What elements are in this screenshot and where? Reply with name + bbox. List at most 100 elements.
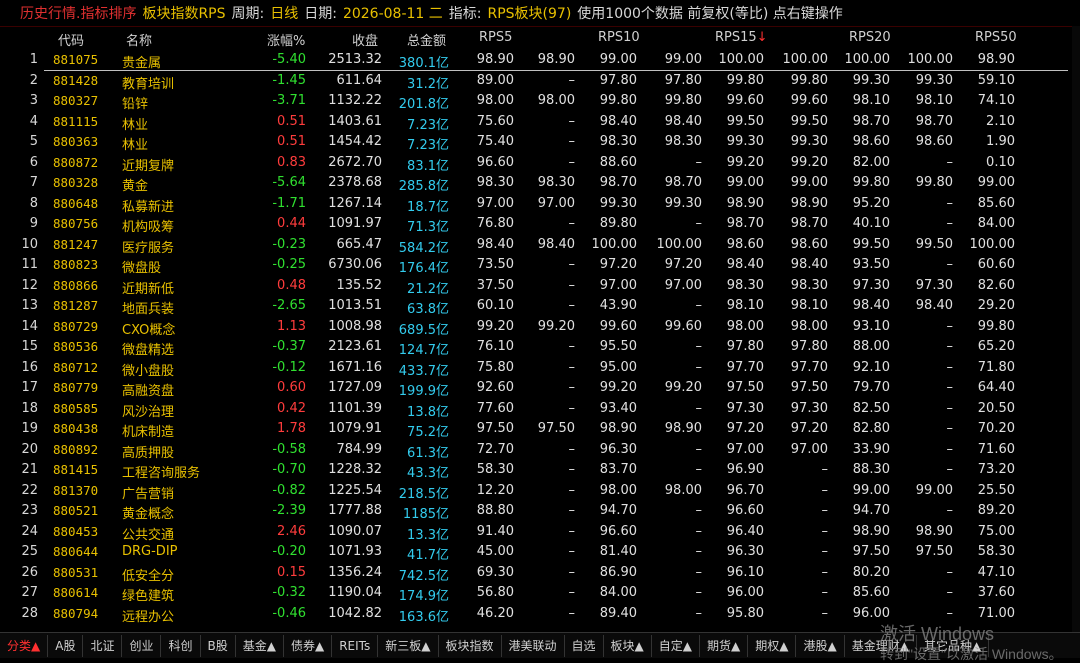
row-rps-value: 98.00 [726,318,764,334]
row-index: 16 [21,359,38,375]
row-rps-value: 98.10 [915,93,953,108]
row-index: 6 [29,154,38,170]
row-rps-value: 82.60 [977,277,1015,293]
row-rps-value: 99.50 [915,236,953,252]
row-rps-value: 99.80 [915,175,953,190]
category-tab[interactable]: 板块▲ [604,634,652,657]
table-row[interactable]: 13 881287 地面兵装 -2.65 1013.51 63.8亿 60.10 – 43.90… [0,296,1080,317]
row-rps-value: 97.80 [664,72,702,88]
sort-desc-icon: ↓ [756,30,768,45]
header-pct[interactable]: 涨幅% [267,30,305,49]
table-row[interactable]: 22 881370 广告营销 -0.82 1225.54 218.5亿 12.20 – 98.0… [0,481,1080,502]
header-rps50[interactable]: RPS50 [975,30,1017,45]
table-row[interactable]: 10 881247 医疗服务 -0.23 665.47 584.2亿 98.40 98.40 1… [0,235,1080,256]
table-row[interactable]: 8 880648 私募新进 -1.71 1267.14 18.7亿 97.00 97.00 99… [0,194,1080,215]
table-row[interactable]: 20 880892 高质押股 -0.58 784.99 61.3亿 72.70 – 96.30 –… [0,440,1080,461]
row-rps-value: 98.00 [790,318,828,334]
row-amount: 1185亿 [402,507,449,522]
date-value[interactable]: 2026-08-11 二 [343,3,443,23]
row-name: 广告营销 [122,486,175,502]
table-row[interactable]: 1 881075 贵金属 -5.40 2513.32 380.1亿 98.90 98.90 99… [0,50,1080,71]
table-row[interactable]: 24 880453 公共交通 2.46 1090.07 13.3亿 91.40 – 96.60 –… [0,522,1080,543]
table-row[interactable]: 7 880328 黄金 -5.64 2378.68 285.8亿 98.30 98.30 98.… [0,173,1080,194]
table-row[interactable]: 16 880712 微小盘股 -0.12 1671.16 433.7亿 75.80 – 95.0… [0,358,1080,379]
row-index: 7 [29,175,38,190]
category-tab[interactable]: 板块指数 [439,634,502,657]
table-row[interactable]: 14 880729 CXO概念 1.13 1008.98 689.5亿 99.20 99.20… [0,317,1080,338]
row-change-pct: -2.65 [272,298,306,313]
table-row[interactable]: 3 880327 铅锌 -3.71 1132.22 201.8亿 98.00 98.00 99.… [0,91,1080,112]
row-rps-value: 97.30 [915,277,953,293]
table-row[interactable]: 4 881115 林业 0.51 1403.61 7.23亿 75.60 – 98.40 98.4… [0,112,1080,133]
category-tab[interactable]: A股 [48,634,84,657]
header-rps10[interactable]: RPS10 [598,30,640,45]
category-tab[interactable]: 港股▲ [796,634,845,657]
category-tab[interactable]: 科创 [161,634,201,657]
row-rps-value: 97.00 [726,441,764,457]
category-tab[interactable]: 自定▲ [652,634,701,657]
period-value[interactable]: 日线 [270,3,298,23]
category-tab[interactable]: 创业 [122,634,162,657]
row-change-pct: -0.70 [272,462,306,477]
row-rps-value: 71.60 [977,441,1015,457]
category-tab[interactable]: B股 [201,634,236,657]
category-tab[interactable]: 北证 [83,634,123,657]
row-code: 881115 [53,113,99,129]
table-row[interactable]: 12 880866 近期新低 0.48 135.52 21.2亿 37.50 – 97.00 97… [0,276,1080,297]
table-row[interactable]: 26 880531 低安全分 0.15 1356.24 742.5亿 69.30 – 86.90… [0,563,1080,584]
row-amount: 742.5亿 [398,568,449,584]
row-index: 23 [21,503,38,518]
table-row[interactable]: 2 881428 教育培训 -1.45 611.64 31.2亿 89.00 – 97.80 97… [0,71,1080,92]
row-amount: 41.7亿 [407,548,449,563]
row-name: 近期新低 [122,281,175,297]
row-change-pct: 1.78 [277,421,306,436]
row-rps-value: 95.50 [599,339,637,354]
table-row[interactable]: 6 880872 近期复牌 0.83 2672.70 83.1亿 96.60 – 88.60 – 9… [0,153,1080,174]
row-rps-value: – [695,605,703,621]
table-row[interactable]: 5 880363 林业 0.51 1454.42 7.23亿 75.40 – 98.30 98.3… [0,132,1080,153]
table-row[interactable]: 28 880794 远程办公 -0.46 1042.82 163.6亿 46.20 – 89.4… [0,604,1080,625]
table-row[interactable]: 23 880521 黄金概念 -2.39 1777.88 1185亿 88.80 – 94.70… [0,501,1080,522]
row-rps-value: 98.00 [599,482,637,498]
board-label[interactable]: 板块指数RPS [142,3,225,23]
row-name: 林业 [122,117,149,133]
indicator-value[interactable]: RPS板块(97) [487,3,571,23]
table-row[interactable]: 21 881415 工程咨询服务 -0.70 1228.32 43.3亿 58.30 – 83.… [0,460,1080,481]
header-name[interactable]: 名称 [126,30,152,49]
row-close: 2672.70 [328,154,382,170]
table-row[interactable]: 18 880585 风沙治理 0.42 1101.39 13.8亿 77.60 – 93.40 –… [0,399,1080,420]
category-tab[interactable]: 分类▲ [0,634,49,657]
row-rps-value: 25.50 [977,482,1015,498]
row-close: 1267.14 [328,195,382,211]
header-code[interactable]: 代码 [58,30,84,49]
vertical-scrollbar[interactable] [1072,26,1080,632]
header-rps15[interactable]: RPS15↓ [715,30,768,45]
header-amount[interactable]: 总金额 [407,30,446,49]
category-tab[interactable]: 债券▲ [284,634,333,657]
category-tab[interactable]: 基金▲ [236,634,284,657]
category-tab[interactable]: 期权▲ [748,634,797,657]
table-row[interactable]: 15 880536 微盘精选 -0.37 2123.61 124.7亿 76.10 – 95.5… [0,337,1080,358]
row-rps-value: 20.50 [977,400,1015,416]
category-tab[interactable]: 期货▲ [700,634,749,657]
table-row[interactable]: 27 880614 绿色建筑 -0.32 1190.04 174.9亿 56.80 – 84.0… [0,583,1080,604]
category-tab[interactable]: 新三板▲ [378,634,439,657]
table-row[interactable]: 17 880779 高融资盘 0.60 1727.09 199.9亿 92.60 – 99.20… [0,378,1080,399]
header-rps5[interactable]: RPS5 [479,30,512,45]
table-row[interactable]: 11 880823 微盘股 -0.25 6730.06 176.4亿 73.50 – 97.20… [0,255,1080,276]
row-rps-value: 99.20 [599,380,637,395]
row-amount: 174.9亿 [398,589,449,604]
header-close[interactable]: 收盘 [352,30,378,49]
category-tab[interactable]: 自选 [565,634,604,657]
row-rps-value: 100.00 [782,52,829,67]
table-row[interactable]: 19 880438 机床制造 1.78 1079.91 75.2亿 97.50 97.50 98… [0,419,1080,440]
header-rps20[interactable]: RPS20 [849,30,891,45]
table-row[interactable]: 9 880756 机构吸筹 0.44 1091.97 71.3亿 76.80 – 89.80 – 9… [0,214,1080,235]
category-tab[interactable]: REITs [332,634,379,657]
row-close: 135.52 [336,277,383,293]
table-row[interactable]: 25 880644 DRG-DIP -0.20 1071.93 41.7亿 45.00 – 81… [0,542,1080,563]
row-rps-value: 98.70 [852,113,890,129]
category-tab[interactable]: 港美联动 [502,634,565,657]
row-name: 地面兵装 [122,302,175,317]
row-index: 5 [29,134,38,149]
